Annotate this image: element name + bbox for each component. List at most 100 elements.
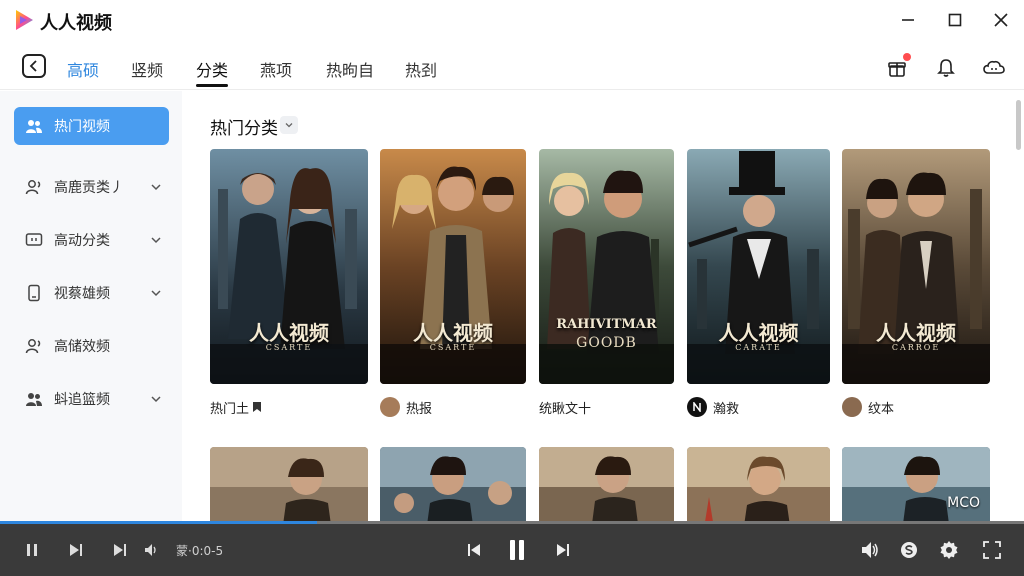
notification-dot bbox=[903, 53, 911, 61]
play-pause-button[interactable] bbox=[505, 538, 529, 562]
previous-button[interactable] bbox=[462, 538, 486, 562]
user-icon bbox=[24, 177, 44, 197]
pause-button-left[interactable] bbox=[20, 538, 44, 562]
player-controls: 蒙·0:0-5 bbox=[0, 524, 1024, 576]
section-dropdown[interactable] bbox=[280, 116, 298, 134]
poster-card[interactable]: 人人视频 CSARTE bbox=[380, 149, 526, 384]
caption-text: 热门土 bbox=[210, 401, 250, 417]
fullscreen-button[interactable] bbox=[980, 538, 1004, 562]
tab-2[interactable]: 分类 bbox=[196, 57, 228, 81]
settings-button[interactable] bbox=[937, 538, 961, 562]
avatar-icon bbox=[842, 397, 862, 417]
pause-icon bbox=[510, 540, 524, 560]
caption-text: 瀚救 bbox=[713, 401, 740, 417]
skip-next-icon bbox=[557, 544, 569, 556]
bell-icon bbox=[937, 59, 955, 77]
gift-button[interactable] bbox=[885, 53, 911, 80]
cloud-button[interactable] bbox=[982, 56, 1006, 80]
active-tab-indicator bbox=[196, 84, 228, 87]
next-button[interactable] bbox=[551, 538, 575, 562]
skip-forward-button[interactable] bbox=[108, 538, 132, 562]
tv-icon bbox=[24, 230, 44, 250]
time-display: 蒙·0:0-5 bbox=[176, 544, 224, 558]
caption-text: 纹本 bbox=[868, 401, 895, 417]
sidebar-item-5[interactable]: 蚪追篮频 bbox=[14, 380, 169, 418]
sidebar-item-3[interactable]: 视蔡雄频 bbox=[14, 274, 169, 312]
overlay-label: MCO bbox=[947, 495, 980, 511]
chevron-down-icon bbox=[151, 290, 161, 297]
sidebar-item-label: 高动分类 bbox=[54, 233, 110, 249]
poster-caption[interactable]: 瀚救 bbox=[687, 397, 845, 417]
volume-small-button[interactable] bbox=[139, 538, 163, 562]
volume-icon bbox=[862, 542, 878, 558]
sidebar-item-label: 高鹿贡类丿 bbox=[54, 180, 124, 196]
skip-next-icon bbox=[114, 544, 126, 556]
people-icon bbox=[24, 389, 44, 409]
vertical-scrollbar[interactable] bbox=[1016, 100, 1021, 150]
poster-card[interactable]: 人人视频 CSARTE bbox=[210, 149, 368, 384]
poster-subtitle: CSARTE bbox=[429, 343, 477, 352]
poster-card[interactable]: 人人视频 CARROE bbox=[842, 149, 990, 384]
minimize-icon bbox=[902, 19, 914, 21]
section-title: 热门分类 bbox=[210, 119, 278, 139]
app-title: 人人视频 bbox=[40, 13, 112, 34]
sidebar-item-1[interactable]: 高鹿贡类丿 bbox=[14, 168, 169, 206]
gift-icon bbox=[888, 62, 906, 77]
tab-3[interactable]: 燕项 bbox=[260, 57, 292, 81]
tab-5[interactable]: 热刭 bbox=[405, 57, 437, 81]
close-button[interactable] bbox=[987, 6, 1015, 34]
fullscreen-icon bbox=[983, 541, 1001, 559]
poster-title: 人人视频 bbox=[876, 321, 956, 345]
minimize-button[interactable] bbox=[894, 6, 922, 34]
sidebar-item-label: 热门视频 bbox=[54, 119, 110, 135]
sidebar-item-label: 蚪追篮频 bbox=[54, 392, 110, 408]
user-icon bbox=[24, 336, 44, 356]
poster-caption[interactable]: 热报 bbox=[380, 397, 538, 417]
chevron-down-icon bbox=[285, 123, 293, 128]
skip-next-icon bbox=[70, 544, 82, 556]
poster-title: 人人视频 bbox=[249, 321, 329, 345]
caption-text: 统瞅文十 bbox=[539, 401, 592, 417]
poster-caption[interactable]: 热门土 bbox=[210, 397, 368, 417]
poster-caption[interactable]: 统瞅文十 bbox=[539, 397, 697, 417]
tab-4[interactable]: 热昫自 bbox=[326, 57, 374, 81]
chevron-down-icon bbox=[151, 237, 161, 244]
poster-subtitle: CSARTE bbox=[265, 343, 313, 352]
caption-text: 热报 bbox=[406, 401, 433, 417]
poster-title: 人人视频 bbox=[718, 321, 799, 345]
volume-button[interactable] bbox=[858, 538, 882, 562]
tab-0[interactable]: 高硕 bbox=[67, 57, 99, 81]
title-bar: 人人视频 bbox=[0, 0, 1024, 40]
notifications-button[interactable] bbox=[934, 56, 958, 80]
avatar-icon bbox=[380, 397, 400, 417]
poster-card[interactable]: 人人视频 CARATE bbox=[687, 149, 830, 384]
app-logo-icon bbox=[16, 10, 33, 30]
volume-icon bbox=[145, 544, 156, 556]
poster-subtitle: GOODB bbox=[576, 335, 637, 351]
chevron-left-icon bbox=[29, 60, 37, 72]
poster-title: RAHIVITMAR bbox=[556, 317, 657, 332]
poster-caption[interactable]: 纹本 bbox=[842, 397, 1000, 417]
sidebar-item-0[interactable]: 热门视频 bbox=[14, 107, 169, 145]
people-icon bbox=[24, 116, 44, 136]
app-window: 人人视频 高硕 竖频 分类 燕项 热昫自 热刭 热门视频 高鹿贡类丿 高动分类 … bbox=[0, 0, 1024, 576]
sidebar-item-4[interactable]: 高储效频 bbox=[14, 327, 169, 365]
chevron-down-icon bbox=[151, 184, 161, 191]
close-icon bbox=[994, 13, 1008, 27]
cloud-icon bbox=[983, 60, 1005, 74]
tab-1[interactable]: 竖频 bbox=[131, 57, 163, 81]
bookmark-icon bbox=[253, 402, 262, 412]
subtitle-button[interactable] bbox=[897, 538, 921, 562]
poster-subtitle: CARATE bbox=[735, 343, 782, 352]
sidebar-item-2[interactable]: 高动分类 bbox=[14, 221, 169, 259]
skip-previous-icon bbox=[468, 544, 480, 556]
sidebar: 热门视频 高鹿贡类丿 高动分类 视蔡雄频 高储效频 蚪追篮频 bbox=[0, 91, 182, 576]
poster-subtitle: CARROE bbox=[891, 343, 941, 352]
nav-bar: 高硕 竖频 分类 燕项 热昫自 热刭 bbox=[0, 44, 1024, 90]
home-button[interactable] bbox=[22, 54, 46, 78]
next-button-left[interactable] bbox=[64, 538, 88, 562]
poster-card[interactable]: RAHIVITMAR GOODB bbox=[539, 149, 674, 384]
subtitle-icon bbox=[901, 542, 917, 558]
maximize-button[interactable] bbox=[941, 6, 969, 34]
poster-title: 人人视频 bbox=[413, 321, 493, 345]
